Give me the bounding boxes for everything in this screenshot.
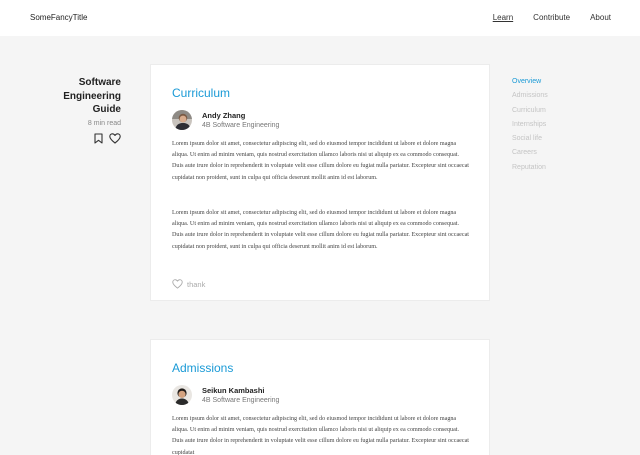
section-title: Admissions xyxy=(172,361,234,375)
table-of-contents: Overview Admissions Curriculum Internshi… xyxy=(512,75,548,175)
body-paragraph: Lorem ipsum dolor sit amet, consectetur … xyxy=(172,210,469,250)
toc-item-curriculum[interactable]: Curriculum xyxy=(512,104,548,118)
author-block: Seikun Kambashi 4B Software Engineering xyxy=(172,385,279,405)
author-info: Seikun Kambashi 4B Software Engineering xyxy=(202,386,279,405)
top-navigation-bar: SomeFancyTitle Learn Contribute About xyxy=(0,0,640,36)
author-name[interactable]: Andy Zhang xyxy=(202,111,279,121)
author-info: Andy Zhang 4B Software Engineering xyxy=(202,111,279,130)
thank-label: thank xyxy=(187,279,206,289)
section-title: Curriculum xyxy=(172,86,231,100)
toc-item-social-life[interactable]: Social life xyxy=(512,132,548,146)
toc-item-reputation[interactable]: Reputation xyxy=(512,161,548,175)
nav-contribute[interactable]: Contribute xyxy=(533,13,570,22)
toc-item-overview[interactable]: Overview xyxy=(512,75,548,89)
section-card-admissions: Admissions Seikun Kambashi 4B Software E… xyxy=(150,339,490,455)
avatar[interactable] xyxy=(172,385,192,405)
body-paragraph: Lorem ipsum dolor sit amet, consectetur … xyxy=(172,141,469,181)
guide-meta: Software Engineering Guide 8 min read xyxy=(40,76,121,144)
author-role: 4B Software Engineering xyxy=(202,121,280,129)
bookmark-icon[interactable] xyxy=(94,132,103,144)
guide-title-line: Engineering xyxy=(63,90,121,102)
section-card-curriculum: Curriculum Andy Zhang 4B Software Engine… xyxy=(150,64,490,301)
guide-title: Software Engineering Guide xyxy=(40,76,121,117)
main-nav: Learn Contribute About xyxy=(473,13,611,22)
heart-icon[interactable] xyxy=(109,132,121,144)
nav-learn[interactable]: Learn xyxy=(493,13,513,22)
guide-actions xyxy=(40,132,121,144)
author-name[interactable]: Seikun Kambashi xyxy=(202,386,279,396)
nav-about[interactable]: About xyxy=(590,13,611,22)
toc-item-internships[interactable]: Internships xyxy=(512,118,548,132)
toc-item-admissions[interactable]: Admissions xyxy=(512,89,548,103)
thank-button[interactable]: thank xyxy=(172,279,205,289)
brand-title[interactable]: SomeFancyTitle xyxy=(30,13,88,22)
author-block: Andy Zhang 4B Software Engineering xyxy=(172,110,279,130)
read-time: 8 min read xyxy=(87,119,121,127)
avatar[interactable] xyxy=(172,110,192,130)
author-role: 4B Software Engineering xyxy=(202,396,280,404)
body-paragraph: Lorem ipsum dolor sit amet, consectetur … xyxy=(172,416,469,455)
guide-title-line: Software xyxy=(78,77,121,88)
toc-item-careers[interactable]: Careers xyxy=(512,146,548,160)
heart-icon xyxy=(172,279,183,289)
guide-title-line: Guide xyxy=(92,104,121,115)
